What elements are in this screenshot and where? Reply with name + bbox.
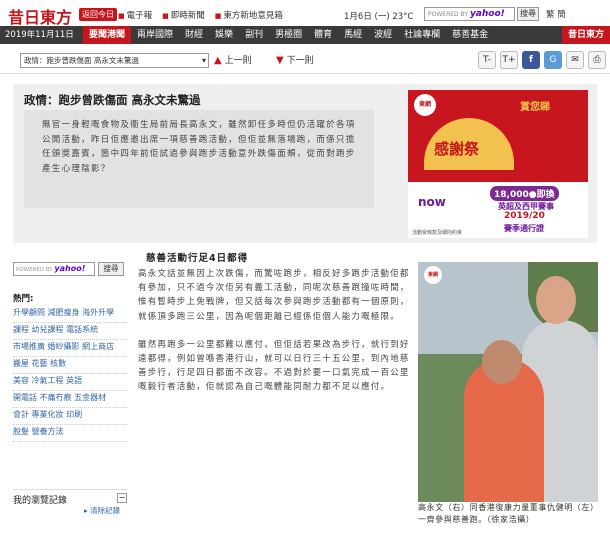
chevron-down-icon: ▾	[201, 56, 206, 65]
nav-item-mens[interactable]: 男極圈	[269, 26, 308, 44]
prev-label: 上一則	[224, 56, 252, 66]
hot-topic-row[interactable]: 課程 幼兒課程 電話系統	[13, 323, 127, 340]
facebook-icon[interactable]: f	[522, 51, 540, 69]
nav-item-horse-racing[interactable]: 馬經	[338, 26, 368, 44]
nav-item-finance[interactable]: 財經	[179, 26, 209, 44]
top-link-instant-news[interactable]: 即時新聞	[162, 9, 205, 21]
article-paragraph: 雖然再跑多一公里都難以應付，但佢話若果改為步行，就行到好遠都得，例如曾喺香港行山…	[138, 339, 410, 393]
ad-badge: 東網	[414, 94, 436, 116]
sidebar: POWERED BY yahoo! 搜尋 熱門: 升學顧問 減肥瘦身 海外升學 …	[13, 262, 127, 442]
top-links: 電子報 即時新聞 東方新地意見箱	[118, 9, 283, 21]
article-body: 慈善活動行足4日都得 高永文話並無因上次跌傷，而驚咗跑步，相反好多跑步活動佢都有…	[138, 250, 410, 395]
photo-head-right	[536, 276, 576, 324]
top-link-feedback[interactable]: 東方新地意見箱	[215, 9, 283, 21]
google-icon[interactable]: G	[544, 51, 562, 69]
ad-fine-print: 活動受條款及細則約束	[412, 230, 463, 236]
nav-item-editorial[interactable]: 社論專欄	[398, 26, 446, 44]
prev-article-button[interactable]: ▲ 上一則	[214, 53, 252, 66]
triangle-down-icon: ▼	[276, 55, 284, 66]
ad-price: 18,000●即換	[490, 186, 559, 201]
date-weather: 1月6日 (一) 23°C	[344, 12, 414, 22]
article-paragraph: 高永文話並無因上次跌傷，而驚咗跑步，相反好多跑步活動佢都有參加，只不過今次佢另有…	[138, 269, 410, 322]
top-link-epaper[interactable]: 電子報	[118, 9, 153, 21]
nav-item-charity[interactable]: 慈善基金	[446, 26, 494, 44]
now-logo: now	[418, 195, 446, 209]
sidebar-search: POWERED BY yahoo! 搜尋	[13, 262, 127, 278]
sidebar-search-button[interactable]: 搜尋	[98, 262, 124, 276]
advertisement-banner[interactable]: 東網 賞您睇 感謝祭 now 18,000●即換 英超及西甲賽事 2019/20…	[408, 90, 588, 238]
photo-caption: 高永文（右）同香港復康力量董事仇健明（左）一齊參與慈善跑。（徐家浩攝）	[418, 503, 595, 524]
nav-item-local-news[interactable]: 要聞港聞	[83, 26, 132, 44]
article-photo: 東網	[418, 262, 598, 502]
ad-fan-text: 感謝祭	[434, 140, 480, 158]
article-select[interactable]: 政情：跑步曾跌傷面 高永文未驚過 ▾	[20, 53, 209, 68]
clear-history-link[interactable]: ▸ 清除記錄	[84, 505, 120, 516]
article-summary: 無官一身輕嘅食物及衞生局前局長高永文，雖然卸任多時但仍活躍於各項公開活動，昨日佢…	[24, 110, 374, 208]
sidebar-search-input[interactable]: POWERED BY yahoo!	[13, 262, 95, 276]
browsing-history: 我的瀏覽記錄 −	[13, 489, 127, 506]
hot-topic-row[interactable]: 升學顧問 減肥瘦身 海外升學	[13, 306, 127, 323]
ad-slogan: 賞您睇	[520, 102, 550, 113]
photo-badge: 東網	[424, 266, 442, 284]
article-toolbar: 政情：跑步曾跌傷面 高永文未驚過 ▾ ▲ 上一則 ▼ 下一則 T- T+ f G…	[0, 48, 610, 74]
sidebar-search-placeholder: POWERED BY	[16, 267, 53, 273]
font-larger-button[interactable]: T+	[500, 51, 518, 69]
nav-item-international[interactable]: 兩岸國際	[131, 26, 179, 44]
search-placeholder: POWERED BY	[428, 11, 469, 18]
top-bar: 昔日東方 返回今日 電子報 即時新聞 東方新地意見箱 1月6日 (一) 23°C…	[0, 0, 610, 28]
ad-season: 2019/20	[504, 211, 545, 221]
next-article-button[interactable]: ▼ 下一則	[276, 53, 314, 66]
sidebar-yahoo-logo: yahoo!	[54, 264, 86, 273]
next-label: 下一則	[286, 56, 314, 66]
nav-logo[interactable]: 昔日東方	[561, 26, 610, 44]
hot-topic-row[interactable]: 美容 冷氣工程 英語	[13, 374, 127, 391]
hot-topics-title: 熱門:	[13, 294, 34, 304]
hot-topic-row[interactable]: 搬屋 花藝 核數	[13, 357, 127, 374]
history-title: 我的瀏覽記錄	[13, 496, 68, 506]
language-links[interactable]: 繁 簡	[546, 8, 566, 20]
nav-item-entertainment[interactable]: 娛樂	[209, 26, 239, 44]
hot-topics-list: 升學顧問 減肥瘦身 海外升學 課程 幼兒課程 電話系統 市場推廣 婚紗攝影 網上…	[13, 306, 127, 442]
hot-topic-row[interactable]: 開電話 不痛冇痕 五金器材	[13, 391, 127, 408]
hot-topic-row[interactable]: 會計 專業化妝 印刷	[13, 408, 127, 425]
font-smaller-button[interactable]: T-	[478, 51, 496, 69]
nav-item-football[interactable]: 波經	[368, 26, 398, 44]
photo-head-left	[482, 340, 522, 384]
yahoo-logo: yahoo!	[469, 9, 505, 19]
collapse-icon[interactable]: −	[117, 493, 127, 503]
clear-history-label: 清除記錄	[90, 506, 121, 515]
today-button[interactable]: 返回今日	[79, 8, 117, 21]
print-icon[interactable]: ⎙	[588, 51, 606, 69]
site-logo[interactable]: 昔日東方	[8, 4, 72, 28]
hot-topic-row[interactable]: 市場推廣 婚紗攝影 網上商店	[13, 340, 127, 357]
hot-topic-row[interactable]: 脫髮 營養方法	[13, 425, 127, 442]
share-tools: T- T+ f G ✉ ⎙	[478, 51, 606, 69]
article-subhead: 慈善活動行足4日都得	[146, 253, 249, 264]
nav-item-sports[interactable]: 體育	[308, 26, 338, 44]
search-button[interactable]: 搜尋	[517, 7, 539, 21]
triangle-up-icon: ▲	[214, 55, 222, 66]
nav-date: 2019年11月11日 (一)	[0, 26, 83, 58]
search-input[interactable]: POWERED BY yahoo!	[424, 7, 515, 21]
article-headline: 政情：跑步曾跌傷面 高永文未驚過	[24, 93, 201, 107]
nav-item-supplement[interactable]: 副刊	[239, 26, 269, 44]
main-nav: 2019年11月11日 (一) 要聞港聞 兩岸國際 財經 娛樂 副刊 男極圈 體…	[0, 26, 610, 58]
ad-pass: 賽季通行證	[504, 224, 544, 233]
article-select-value: 政情：跑步曾跌傷面 高永文未驚過	[24, 56, 139, 65]
email-icon[interactable]: ✉	[566, 51, 584, 69]
